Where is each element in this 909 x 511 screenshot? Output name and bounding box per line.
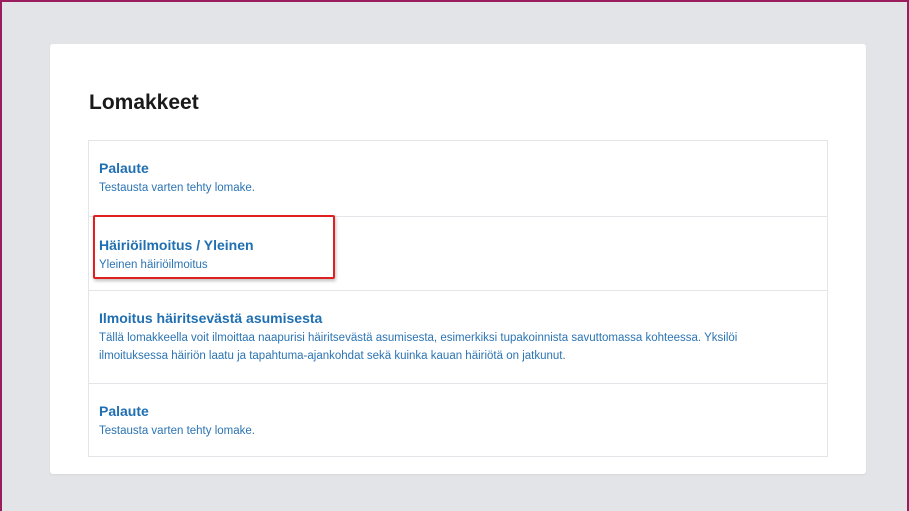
forms-card: Lomakkeet Palaute Testausta varten tehty… xyxy=(50,44,866,474)
form-title-link[interactable]: Ilmoitus häiritsevästä asumisesta xyxy=(99,310,827,327)
form-title-link[interactable]: Palaute xyxy=(99,403,827,420)
form-description: Yleinen häiriöilmoitus xyxy=(99,259,208,271)
form-title-link[interactable]: Palaute xyxy=(99,160,827,177)
form-item-hairitseva-asuminen[interactable]: Ilmoitus häiritsevästä asumisesta Tällä … xyxy=(89,290,827,383)
form-description: Tällä lomakkeella voit ilmoittaa naapuri… xyxy=(99,332,738,362)
form-description: Testausta varten tehty lomake. xyxy=(99,182,255,194)
form-item-palaute[interactable]: Palaute Testausta varten tehty lomake. xyxy=(89,141,827,216)
form-item-hairioilmoitus-yleinen[interactable]: Häiriöilmoitus / Yleinen Yleinen häiriöi… xyxy=(89,216,827,290)
form-item-palaute-2[interactable]: Palaute Testausta varten tehty lomake. xyxy=(89,383,827,456)
form-title-link[interactable]: Häiriöilmoitus / Yleinen xyxy=(99,237,827,254)
form-description: Testausta varten tehty lomake. xyxy=(99,425,255,437)
form-list: Palaute Testausta varten tehty lomake. H… xyxy=(88,140,828,457)
browser-viewport: Lomakkeet Palaute Testausta varten tehty… xyxy=(0,0,909,511)
page-title: Lomakkeet xyxy=(89,91,199,114)
